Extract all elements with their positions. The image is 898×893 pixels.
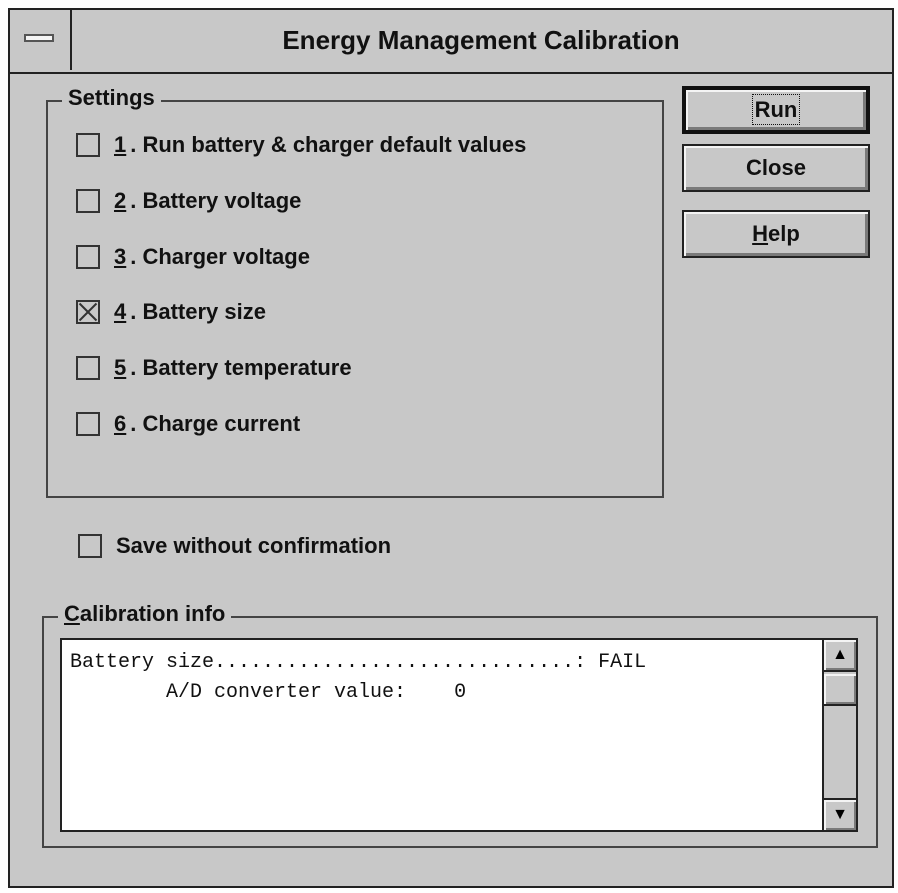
setting-item-5[interactable]: 5 . Battery temperature	[76, 351, 352, 385]
help-button-label: elp	[768, 221, 800, 246]
setting-item-4-number: 4	[114, 299, 127, 324]
setting-item-1[interactable]: 1 . Run battery & charger default values	[76, 128, 526, 162]
title-bar: Energy Management Calibration	[10, 10, 892, 74]
settings-group-label: Settings	[62, 85, 161, 111]
system-menu-button[interactable]	[10, 10, 72, 70]
run-button-label: Run	[751, 94, 801, 125]
setting-item-1-label: . Run battery & charger default values	[130, 132, 527, 157]
calibration-dialog: Energy Management Calibration Settings 1…	[8, 8, 894, 888]
setting-item-3-label: . Charger voltage	[130, 244, 310, 269]
calibration-info-group: Calibration info Battery size...........…	[42, 601, 878, 848]
scroll-down-arrow-icon[interactable]: ▼	[824, 798, 856, 830]
setting-item-3-number: 3	[114, 244, 127, 269]
run-button[interactable]: Run	[682, 86, 870, 134]
calibration-info-label-text: alibration info	[79, 601, 226, 626]
save-without-confirmation-checkbox[interactable]	[78, 534, 102, 558]
setting-item-4-label: . Battery size	[130, 299, 266, 324]
log-line: A/D converter value: 0	[70, 681, 467, 704]
calibration-info-listbox[interactable]: Battery size............................…	[60, 638, 858, 832]
calibration-info-label: Calibration info	[58, 601, 232, 627]
log-line: Battery size............................…	[70, 651, 647, 674]
checkbox-1[interactable]	[76, 133, 100, 157]
save-without-confirmation-label: Save without confirmation	[116, 533, 392, 558]
close-button[interactable]: Close	[682, 144, 870, 192]
setting-item-5-number: 5	[114, 355, 127, 380]
setting-item-5-label: . Battery temperature	[130, 355, 352, 380]
setting-item-6[interactable]: 6 . Charge current	[76, 407, 300, 441]
checkbox-3[interactable]	[76, 245, 100, 269]
close-button-label: Close	[746, 155, 806, 180]
save-without-confirmation[interactable]: Save without confirmation	[78, 529, 391, 563]
checkbox-6[interactable]	[76, 412, 100, 436]
settings-group: Settings 1 . Run battery & charger defau…	[46, 85, 664, 498]
checkbox-4[interactable]	[76, 300, 100, 324]
setting-item-4[interactable]: 4 . Battery size	[76, 295, 266, 329]
calibration-info-mnemonic: C	[64, 601, 80, 626]
setting-item-6-number: 6	[114, 411, 127, 436]
setting-item-2-label: . Battery voltage	[130, 188, 302, 213]
setting-item-3[interactable]: 3 . Charger voltage	[76, 240, 310, 274]
system-menu-icon	[24, 34, 54, 42]
scrollbar-thumb[interactable]	[824, 674, 856, 706]
help-button-mnemonic: H	[752, 221, 769, 246]
scroll-up-arrow-icon[interactable]: ▲	[824, 640, 856, 672]
setting-item-1-number: 1	[114, 132, 127, 157]
checkbox-2[interactable]	[76, 189, 100, 213]
vertical-scrollbar[interactable]: ▲ ▼	[822, 640, 856, 830]
help-button[interactable]: Help	[682, 210, 870, 258]
window-title: Energy Management Calibration	[282, 25, 680, 55]
setting-item-2[interactable]: 2 . Battery voltage	[76, 184, 301, 218]
setting-item-2-number: 2	[114, 188, 127, 213]
checkbox-5[interactable]	[76, 356, 100, 380]
setting-item-6-label: . Charge current	[130, 411, 301, 436]
calibration-log: Battery size............................…	[70, 648, 814, 708]
